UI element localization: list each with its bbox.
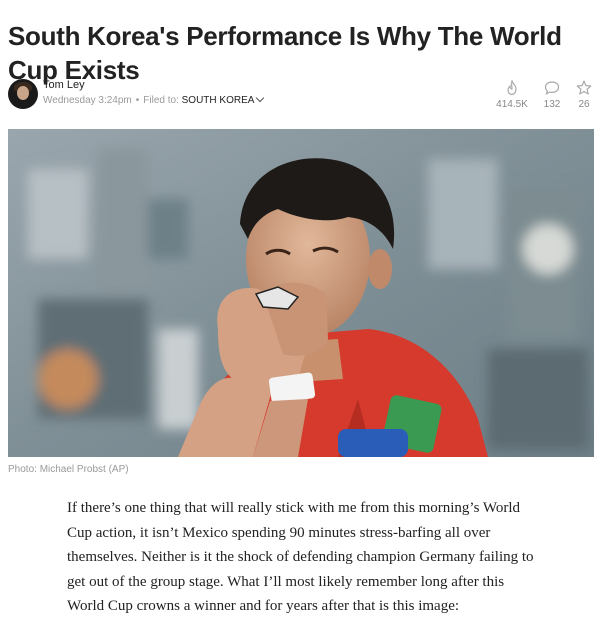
article-title: South Korea's Performance Is Why The Wor… bbox=[8, 21, 562, 86]
timestamp[interactable]: Wednesday 3:24pm bbox=[43, 95, 132, 106]
filed-tag-link[interactable]: SOUTH KOREA bbox=[182, 95, 255, 106]
hero-photo-illustration bbox=[8, 129, 594, 457]
author-name[interactable]: Tom Ley bbox=[43, 79, 85, 91]
speech-bubble-icon bbox=[544, 81, 560, 96]
views-stat[interactable]: 414.5K bbox=[492, 79, 532, 110]
star-icon bbox=[576, 80, 592, 95]
article-meta: Wednesday 3:24pm • Filed to: SOUTH KOREA bbox=[43, 93, 265, 106]
photo-caption: Photo: Michael Probst (AP) bbox=[8, 464, 129, 475]
author-avatar[interactable] bbox=[8, 79, 38, 109]
article-stats: 414.5K 132 26 bbox=[492, 79, 602, 113]
comments-stat[interactable]: 132 bbox=[540, 79, 564, 110]
comments-count: 132 bbox=[543, 99, 561, 110]
article-body-paragraph: If there’s one thing that will really st… bbox=[67, 500, 534, 614]
likes-count: 26 bbox=[578, 99, 590, 110]
hero-photo[interactable] bbox=[8, 129, 594, 457]
chevron-down-icon[interactable] bbox=[256, 93, 265, 103]
byline: Tom Ley Wednesday 3:24pm • Filed to: SOUTH… bbox=[8, 79, 602, 113]
meta-separator: • bbox=[135, 95, 140, 106]
flame-icon bbox=[507, 79, 517, 96]
filed-label: Filed to: bbox=[143, 95, 179, 106]
likes-stat[interactable]: 26 bbox=[572, 79, 596, 110]
views-count: 414.5K bbox=[496, 99, 528, 110]
